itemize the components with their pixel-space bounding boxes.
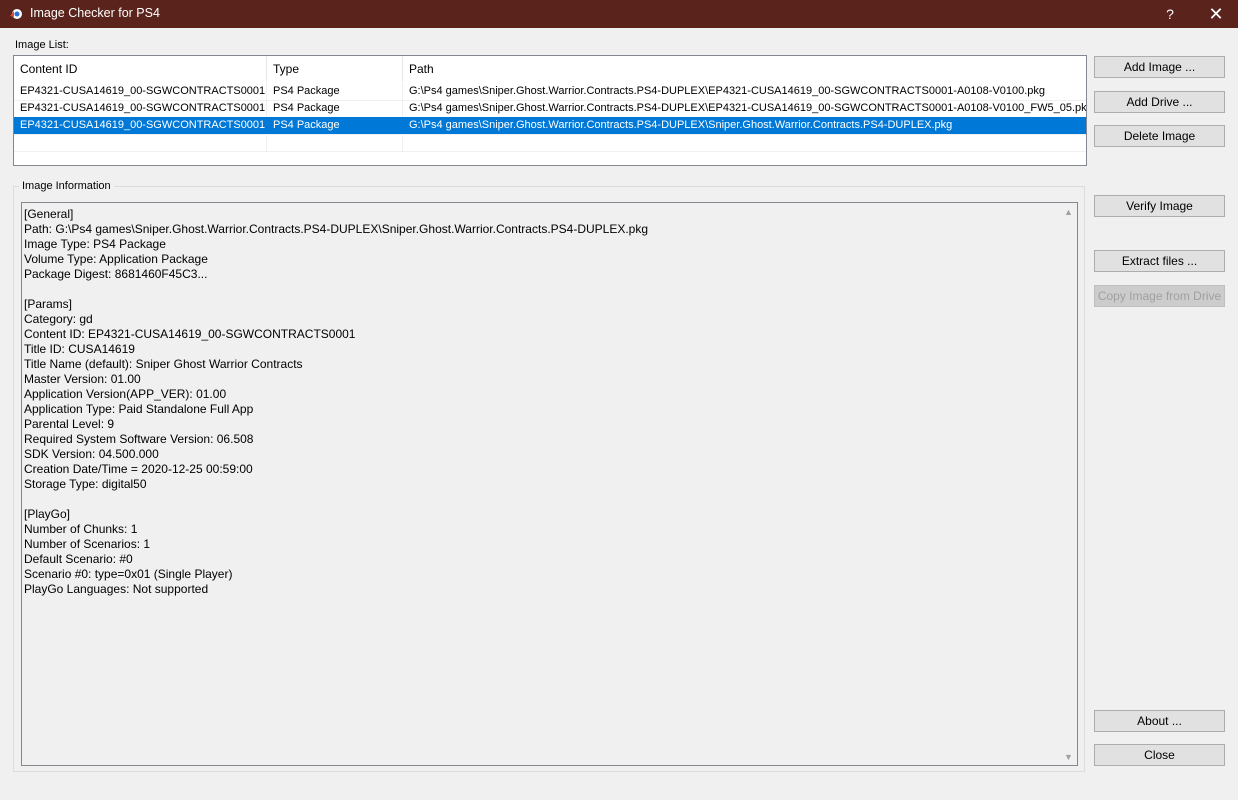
- cell-path: G:\Ps4 games\Sniper.Ghost.Warrior.Contra…: [409, 102, 1086, 114]
- list-header: Content ID Type Path: [14, 56, 1086, 82]
- empty-row: [14, 134, 1086, 152]
- help-button[interactable]: ?: [1148, 0, 1192, 28]
- cell-type: PS4 Package: [267, 100, 403, 117]
- info-line: Title ID: CUSA14619: [24, 342, 135, 356]
- info-line: [24, 282, 648, 297]
- column-header-type[interactable]: Type: [267, 56, 403, 82]
- image-list[interactable]: Content ID Type Path EP4321-CUSA14619_00…: [13, 55, 1087, 166]
- cell-content-id: EP4321-CUSA14619_00-SGWCONTRACTS0001: [14, 83, 267, 100]
- title-bar: Image Checker for PS4 ? ✕: [0, 0, 1238, 28]
- image-information-label: Image Information: [19, 180, 114, 192]
- info-line: Content ID: EP4321-CUSA14619_00-SGWCONTR…: [24, 327, 356, 341]
- cell-content-id: EP4321-CUSA14619_00-SGWCONTRACTS0001: [14, 100, 267, 117]
- add-image-button[interactable]: Add Image ...: [1094, 56, 1225, 78]
- cell-content-id: EP4321-CUSA14619_00-SGWCONTRACTS0001: [20, 119, 266, 131]
- info-line: Path: G:\Ps4 games\Sniper.Ghost.Warrior.…: [24, 222, 649, 236]
- cell-path: G:\Ps4 games\Sniper.Ghost.Warrior.Contra…: [409, 85, 1046, 97]
- cell-type: PS4 Package: [267, 83, 403, 100]
- info-line: Image Type: PS4 Package: [24, 237, 166, 251]
- cell-type: PS4 Package: [273, 119, 340, 131]
- info-line: Master Version: 01.00: [24, 372, 141, 386]
- image-information-text[interactable]: [General] Path: G:\Ps4 games\Sniper.Ghost…: [21, 202, 1078, 766]
- info-line: Number of Chunks: 1: [24, 522, 138, 536]
- delete-image-button[interactable]: Delete Image: [1094, 125, 1225, 147]
- app-icon: [10, 9, 22, 19]
- verify-image-button[interactable]: Verify Image: [1094, 195, 1225, 217]
- info-line: PlayGo Languages: Not supported: [24, 582, 209, 596]
- scroll-up-icon[interactable]: ▲: [1060, 203, 1077, 220]
- copy-image-from-drive-button: Copy Image from Drive: [1094, 285, 1225, 307]
- info-line: Number of Scenarios: 1: [24, 537, 151, 551]
- info-line: Required System Software Version: 06.508: [24, 432, 254, 446]
- info-line: SDK Version: 04.500.000: [24, 447, 159, 461]
- table-row[interactable]: EP4321-CUSA14619_00-SGWCONTRACTS0001 PS4…: [14, 83, 1086, 101]
- cell-path: G:\Ps4 games\Sniper.Ghost.Warrior.Contra…: [409, 119, 953, 131]
- info-line: [General]: [24, 207, 74, 221]
- table-row-selected[interactable]: EP4321-CUSA14619_00-SGWCONTRACTS0001 PS4…: [14, 117, 1086, 135]
- empty-cell: [403, 134, 1086, 151]
- info-line: Creation Date/Time = 2020-12-25 00:59:00: [24, 462, 253, 476]
- column-header-content-id[interactable]: Content ID: [14, 56, 267, 82]
- close-button[interactable]: Close: [1094, 744, 1225, 766]
- window-close-button[interactable]: ✕: [1194, 0, 1238, 28]
- info-line: Storage Type: digital50: [24, 477, 147, 491]
- info-line: Application Type: Paid Standalone Full A…: [24, 402, 254, 416]
- scroll-down-icon[interactable]: ▼: [1060, 748, 1077, 765]
- info-line: Category: gd: [24, 312, 93, 326]
- info-line: Scenario #0: type=0x01 (Single Player): [24, 567, 233, 581]
- info-line: Parental Level: 9: [24, 417, 115, 431]
- info-line: [24, 492, 648, 507]
- add-drive-button[interactable]: Add Drive ...: [1094, 91, 1225, 113]
- empty-cell: [14, 134, 267, 151]
- info-line: Default Scenario: #0: [24, 552, 133, 566]
- vertical-scrollbar[interactable]: ▲ ▼: [1060, 203, 1077, 765]
- info-lines: [General] Path: G:\Ps4 games\Sniper.Ghost…: [24, 207, 648, 597]
- info-line: Volume Type: Application Package: [24, 252, 208, 266]
- extract-files-button[interactable]: Extract files ...: [1094, 250, 1225, 272]
- info-line: Package Digest: 8681460F45C3...: [24, 267, 208, 281]
- empty-cell: [267, 134, 403, 151]
- info-line: Application Version(APP_VER): 01.00: [24, 387, 227, 401]
- table-row[interactable]: EP4321-CUSA14619_00-SGWCONTRACTS0001 PS4…: [14, 100, 1086, 118]
- info-line: [Params]: [24, 297, 73, 311]
- image-list-label: Image List:: [15, 39, 69, 51]
- column-header-path[interactable]: Path: [403, 56, 1086, 82]
- about-button[interactable]: About ...: [1094, 710, 1225, 732]
- info-line: Title Name (default): Sniper Ghost Warri…: [24, 357, 303, 371]
- window-title: Image Checker for PS4: [30, 6, 160, 20]
- info-line: [PlayGo]: [24, 507, 71, 521]
